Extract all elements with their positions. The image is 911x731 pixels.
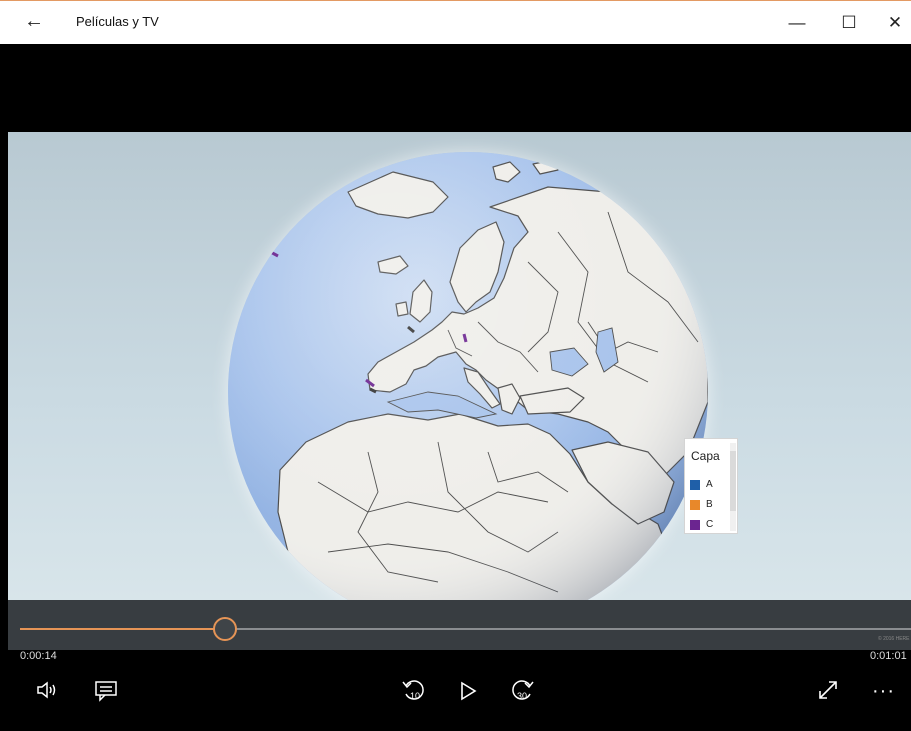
legend-swatch [690, 499, 700, 510]
title-bar: ← Películas y TV — ☐ ✕ [0, 0, 911, 44]
total-time: 0:01:01 [870, 650, 907, 662]
legend-swatch [690, 479, 700, 490]
seek-progress [20, 628, 224, 630]
legend-scroll-thumb[interactable] [730, 451, 736, 511]
forward-30-icon[interactable]: 30 [508, 676, 536, 709]
play-icon[interactable] [458, 680, 478, 707]
video-frame[interactable]: Capa A B C [8, 132, 911, 600]
more-icon[interactable]: ··· [872, 680, 895, 703]
close-button[interactable]: ✕ [872, 9, 911, 37]
globe-map [228, 152, 708, 600]
legend-swatch [690, 519, 700, 530]
globe-landmass [228, 152, 708, 600]
player-controls: © 2016 HERE 0:00:14 0:01:01 10 30 ··· [8, 600, 911, 731]
volume-icon[interactable] [36, 680, 60, 705]
seek-bar-area [8, 600, 911, 650]
minimize-button[interactable]: — [774, 9, 820, 37]
legend-panel: Capa A B C [684, 438, 738, 534]
app-title: Películas y TV [76, 14, 159, 29]
legend-item: C [690, 519, 713, 530]
maximize-button[interactable]: ☐ [826, 9, 872, 37]
back-arrow-icon[interactable]: ← [24, 10, 44, 33]
legend-label: A [706, 479, 713, 490]
captions-icon[interactable] [94, 680, 118, 707]
legend-item: A [690, 479, 713, 490]
rewind-10-icon[interactable]: 10 [400, 676, 428, 709]
legend-title: Capa [691, 449, 720, 463]
seek-thumb[interactable] [212, 617, 237, 641]
video-letterbox-top [8, 44, 911, 132]
forward-label: 30 [517, 691, 527, 701]
map-attribution: © 2016 HERE [878, 636, 910, 642]
fullscreen-icon[interactable] [816, 678, 840, 707]
current-time: 0:00:14 [20, 650, 57, 662]
video-edge [0, 44, 8, 731]
data-bar-a [265, 228, 281, 240]
rewind-label: 10 [410, 691, 420, 701]
legend-label: B [706, 499, 713, 510]
legend-label: C [706, 519, 714, 530]
legend-item: B [690, 499, 713, 510]
